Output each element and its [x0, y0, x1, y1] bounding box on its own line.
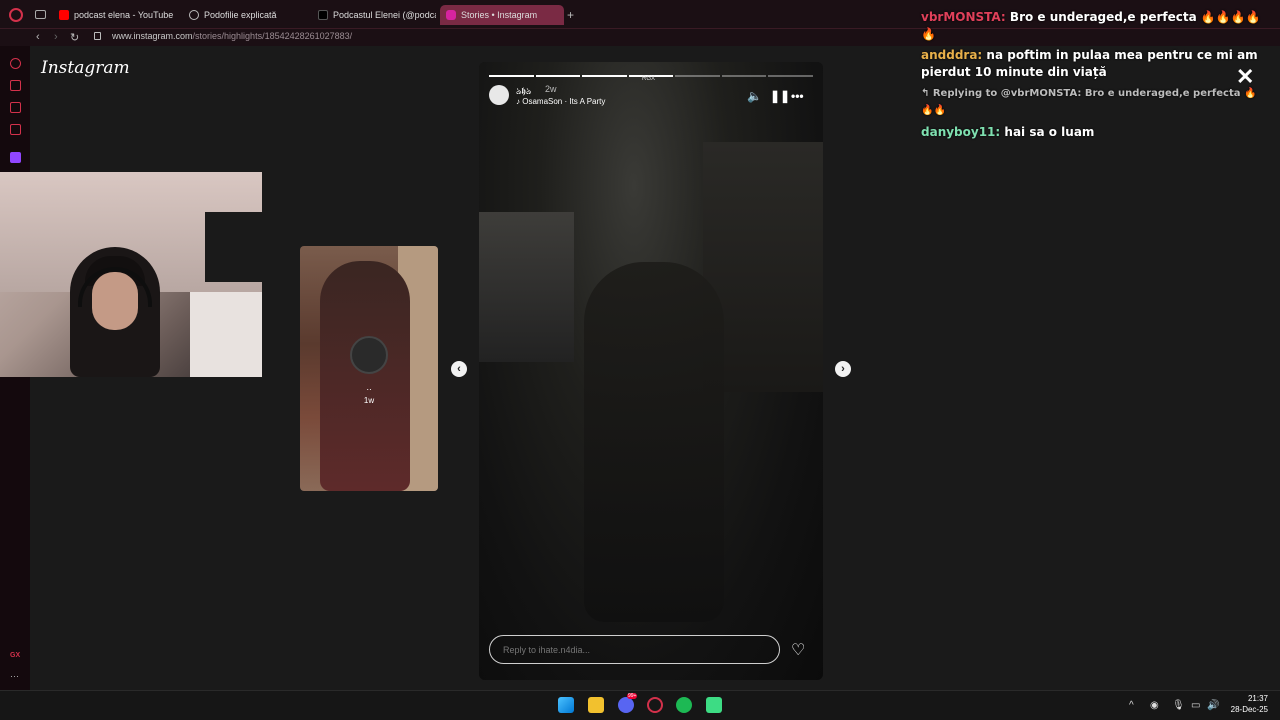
reply-input[interactable]: [489, 635, 780, 664]
web-icon: [189, 10, 199, 20]
prev-story-username: ‥: [366, 383, 372, 392]
chat-message: vbrMONSTA: Bro e underaged,e perfecta 🔥🔥…: [921, 9, 1261, 43]
instagram-icon: [446, 10, 456, 20]
chat-user: vbrMONSTA:: [921, 10, 1006, 24]
pause-icon[interactable]: ❚❚: [770, 89, 790, 103]
story-avatar[interactable]: [489, 85, 509, 105]
story-progress-segment: [582, 75, 627, 77]
avatar: [350, 336, 388, 374]
app-icon[interactable]: [706, 697, 722, 713]
tray-chevron-icon[interactable]: ^: [1129, 700, 1134, 711]
workspaces-icon[interactable]: [35, 10, 46, 19]
story-time: 2w: [545, 84, 557, 94]
previous-story-preview[interactable]: ‥ 1w: [300, 246, 438, 491]
more-options-icon[interactable]: •••: [791, 89, 804, 103]
story-song[interactable]: ♪ OsamaSon · Its A Party: [516, 97, 605, 106]
forward-icon[interactable]: ›: [54, 31, 58, 43]
chat-user: danyboy11:: [921, 125, 1001, 139]
opera-gx-icon[interactable]: [647, 697, 663, 713]
prev-story-arrow-icon[interactable]: ‹: [451, 361, 467, 377]
next-story-arrow-icon[interactable]: ›: [835, 361, 851, 377]
chat-message: andddra: na poftim in pulaa mea pentru c…: [921, 47, 1261, 81]
gx-control-icon[interactable]: [10, 58, 21, 69]
twitch-icon[interactable]: [10, 152, 21, 163]
story-progress-segment: [535, 75, 581, 77]
chat-user: andddra:: [921, 48, 983, 62]
gx-corner-icon[interactable]: [10, 102, 21, 113]
story-progress-segment: [721, 75, 767, 77]
music-icon: ♪: [516, 97, 520, 106]
tv-image: [205, 212, 262, 282]
tab-podofilie[interactable]: Podofilie explicată: [183, 5, 308, 25]
file-explorer-icon[interactable]: [588, 697, 604, 713]
display-icon[interactable]: ▭: [1191, 700, 1200, 711]
active-story[interactable]: RGX ঌ𝖍ঌ 2w ♪ OsamaSon · Its A Party 🔈 ❚❚…: [479, 62, 823, 680]
opera-logo-icon[interactable]: [9, 8, 23, 22]
speaker-icon[interactable]: 🔊: [1207, 700, 1219, 711]
new-tab-button[interactable]: +: [567, 8, 574, 22]
chat-message: danyboy11: hai sa o luam: [921, 124, 1261, 141]
gx-store-icon[interactable]: [10, 80, 21, 91]
story-progress-segment: [768, 75, 814, 77]
instagram-logo[interactable]: Instagram: [41, 58, 130, 78]
url-field[interactable]: www.instagram.com/stories/highlights/185…: [112, 31, 352, 41]
start-icon[interactable]: [558, 697, 574, 713]
volume-icon[interactable]: 🔈: [747, 89, 762, 103]
story-sticker-label: RGX: [642, 76, 656, 82]
microphone-icon[interactable]: 🎙: [1172, 700, 1185, 711]
chat-text: hai sa o luam: [1004, 125, 1095, 139]
story-progress-segment: [675, 75, 720, 77]
stream-chat-overlay: vbrMONSTA: Bro e underaged,e perfecta 🔥🔥…: [921, 9, 1261, 145]
reload-icon[interactable]: ↻: [70, 31, 79, 44]
spotify-icon[interactable]: [676, 697, 692, 713]
windows-taskbar: [0, 690, 1280, 720]
tab-youtube[interactable]: podcast elena - YouTube: [53, 5, 181, 25]
story-progress-segment: [489, 75, 534, 77]
tray-discord-icon[interactable]: ◉: [1150, 700, 1159, 711]
taskbar-clock[interactable]: 21:37 28-Dec-25: [1222, 693, 1268, 715]
back-icon[interactable]: ‹: [36, 31, 40, 43]
like-heart-icon[interactable]: ♡: [791, 640, 805, 660]
tab-instagram[interactable]: Stories • Instagram: [440, 5, 564, 25]
messenger-icon[interactable]: [10, 124, 21, 135]
webcam-overlay: [0, 172, 262, 377]
more-icon[interactable]: ⋯: [10, 671, 19, 682]
tab-tiktok[interactable]: Podcastul Elenei (@podca: [312, 5, 436, 25]
discord-badge: 99+: [627, 693, 638, 699]
lock-icon: [94, 32, 101, 40]
chat-reply-context: ↰ Replying to @vbrMONSTA: Bro e underage…: [921, 88, 1257, 116]
youtube-icon: [59, 10, 69, 20]
close-story-icon[interactable]: ✕: [1236, 64, 1254, 90]
tiktok-icon: [318, 10, 328, 20]
gx-icon[interactable]: GX: [10, 652, 20, 659]
prev-story-time: 1w: [363, 396, 375, 405]
discord-icon[interactable]: 99+: [618, 693, 638, 713]
